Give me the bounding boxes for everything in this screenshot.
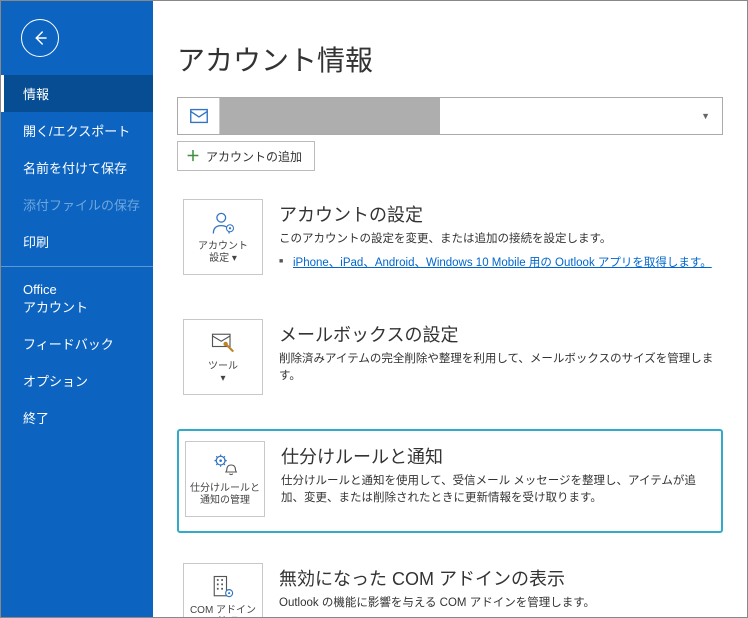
sidebar-item-save-attachments: 添付ファイルの保存 [1, 186, 153, 223]
add-account-button[interactable]: ＋ アカウントの追加 [177, 141, 315, 171]
tile-com-addins[interactable]: COM アドイン の管理 [183, 563, 263, 617]
section-desc: 削除済みアイテムの完全削除や整理を利用して、メールボックスのサイズを管理します。 [279, 351, 717, 386]
tile-label: 仕分けルールと 通知の管理 [188, 483, 262, 507]
section-desc: 仕分けルールと通知を使用して、受信メール メッセージを整理し、アイテムが追加、変… [281, 473, 715, 508]
gear-bell-icon [210, 451, 240, 479]
sidebar: 情報 開く/エクスポート 名前を付けて保存 添付ファイルの保存 印刷 Offic… [1, 1, 153, 617]
sidebar-item-info[interactable]: 情報 [1, 75, 153, 112]
sidebar-item-feedback[interactable]: フィードバック [1, 325, 153, 362]
user-gear-icon [208, 209, 238, 237]
sidebar-item-save-as[interactable]: 名前を付けて保存 [1, 149, 153, 186]
envelope-wrench-icon [208, 329, 238, 357]
account-icon-box [178, 98, 220, 134]
tile-rules-alerts[interactable]: 仕分けルールと 通知の管理 [185, 441, 265, 517]
section-desc: Outlook の機能に影響を与える COM アドインを管理します。 [279, 595, 717, 612]
back-arrow-icon [31, 29, 49, 47]
sidebar-item-exit[interactable]: 終了 [1, 399, 153, 436]
tile-tools[interactable]: ツール ▾ [183, 319, 263, 395]
tile-label: アカウント 設定 ▾ [196, 241, 250, 265]
account-selector[interactable]: ▼ [177, 97, 723, 135]
sidebar-item-office-account[interactable]: Office アカウント [1, 273, 153, 325]
tile-label: COM アドイン の管理 [188, 605, 258, 617]
building-gear-icon [208, 573, 238, 601]
page-title: アカウント情報 [177, 39, 723, 79]
plus-icon: ＋ [186, 146, 200, 166]
section-rules-alerts: 仕分けルールと 通知の管理 仕分けルールと通知 仕分けルールと通知を使用して、受… [177, 429, 723, 533]
outlook-app-link[interactable]: iPhone、iPad、Android、Windows 10 Mobile 用の… [293, 257, 712, 269]
sidebar-item-open-export[interactable]: 開く/エクスポート [1, 112, 153, 149]
sidebar-item-options[interactable]: オプション [1, 362, 153, 399]
account-name-masked [220, 98, 440, 134]
section-title: 仕分けルールと通知 [281, 443, 715, 469]
main-content: アカウント情報 ▼ ＋ アカウントの追加 [153, 1, 747, 617]
chevron-down-icon: ▼ [701, 111, 710, 121]
section-desc: このアカウントの設定を変更、または追加の接続を設定します。 [279, 231, 717, 248]
section-link-item: iPhone、iPad、Android、Windows 10 Mobile 用の… [293, 254, 717, 270]
mail-icon [188, 105, 210, 127]
section-title: 無効になった COM アドインの表示 [279, 565, 717, 591]
section-title: アカウントの設定 [279, 201, 717, 227]
account-dropdown-arrow[interactable]: ▼ [440, 98, 722, 134]
section-account-settings: アカウント 設定 ▾ アカウントの設定 このアカウントの設定を変更、または追加の… [177, 189, 723, 289]
back-button[interactable] [21, 19, 59, 57]
section-com-addins: COM アドイン の管理 無効になった COM アドインの表示 Outlook … [177, 553, 723, 617]
section-mailbox-settings: ツール ▾ メールボックスの設定 削除済みアイテムの完全削除や整理を利用して、メ… [177, 309, 723, 409]
section-title: メールボックスの設定 [279, 321, 717, 347]
sidebar-item-print[interactable]: 印刷 [1, 223, 153, 260]
tile-account-settings[interactable]: アカウント 設定 ▾ [183, 199, 263, 275]
add-account-label: アカウントの追加 [206, 148, 302, 165]
sidebar-divider [1, 266, 153, 267]
tile-label: ツール ▾ [206, 361, 240, 385]
